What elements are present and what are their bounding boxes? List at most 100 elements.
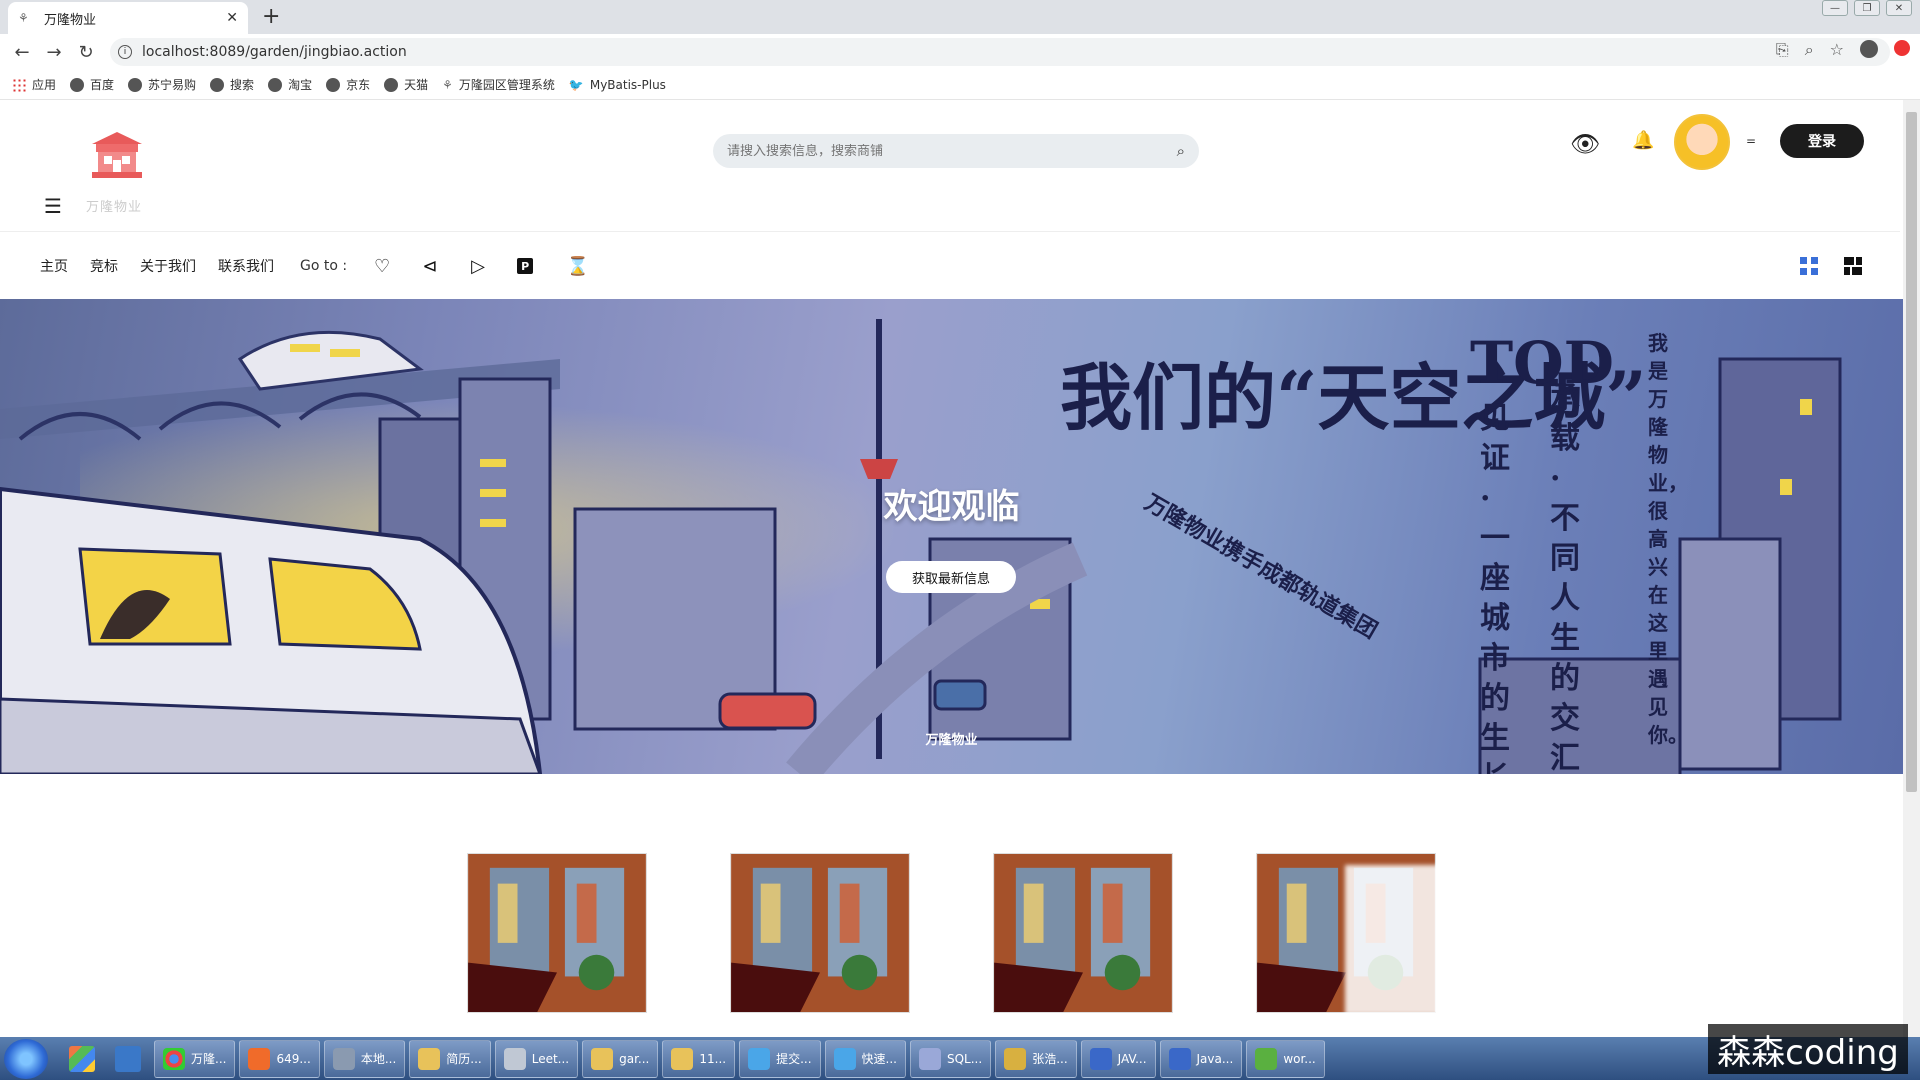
minimize-button[interactable]: — [1822, 0, 1848, 16]
zoom-icon[interactable]: ⌕ [1805, 40, 1814, 60]
eye-icon[interactable]: 👁 [1570, 130, 1600, 158]
storefront-image [994, 854, 1172, 1012]
storefront-image [468, 854, 646, 1012]
taskbar-item[interactable]: 简历... [409, 1039, 491, 1078]
start-button[interactable] [4, 1038, 48, 1079]
get-latest-info-button[interactable]: 获取最新信息 [886, 561, 1016, 593]
product-card[interactable] [467, 853, 647, 1013]
hero-art-column: 我是万隆物业，很高兴在这里遇见你。 [1648, 331, 1688, 747]
goto-label: Go to : [300, 258, 348, 274]
hero-art-column: 见证·一座城市的生长 [1480, 401, 1510, 774]
taskbar-item[interactable]: Leet... [494, 1039, 579, 1078]
windows-taskbar: 万隆... 649... 本地... 简历... Leet... gar... … [0, 1037, 1920, 1080]
star-icon[interactable]: ☆ [1830, 40, 1844, 60]
logo-house-icon[interactable] [88, 130, 146, 180]
globe-icon [268, 77, 283, 92]
bookmark-item[interactable]: 天猫 [384, 76, 428, 93]
taskbar-item[interactable]: 提交... [739, 1039, 821, 1078]
profile-icon[interactable] [1860, 40, 1878, 58]
word-icon [1168, 1047, 1191, 1070]
grid-view-icon[interactable] [1800, 257, 1818, 275]
back-circle-icon[interactable]: ⊲ [415, 256, 445, 277]
taskbar-item[interactable]: 快速... [824, 1039, 906, 1078]
storefront-image [731, 854, 909, 1012]
taskbar-item[interactable]: JAV... [1080, 1039, 1156, 1078]
avatar[interactable] [1674, 114, 1730, 170]
close-tab-icon[interactable]: ✕ [226, 10, 238, 26]
bookmark-item[interactable]: ⚘ 万隆园区管理系统 [442, 76, 555, 93]
translate-icon[interactable]: ⎘ [1776, 40, 1789, 60]
nav-contact[interactable]: 联系我们 [218, 256, 274, 276]
extension-icon[interactable] [1894, 40, 1910, 56]
folder-icon [418, 1047, 441, 1070]
heart-icon[interactable]: ♡ [367, 256, 397, 277]
globe-icon [384, 77, 399, 92]
info-icon[interactable]: i [118, 45, 132, 59]
taskbar-pinned[interactable] [62, 1040, 102, 1078]
bell-icon[interactable]: 🔔 [1632, 130, 1654, 151]
bookmark-item[interactable]: 淘宝 [268, 76, 312, 93]
nav-home[interactable]: 主页 [40, 256, 68, 276]
taskbar-item[interactable]: SQL... [909, 1039, 992, 1078]
globe-icon [70, 77, 85, 92]
browser-tab[interactable]: ⚘ 万隆物业 ✕ [8, 2, 248, 34]
logo-text: 万隆物业 [86, 200, 143, 215]
product-card[interactable] [730, 853, 910, 1013]
sql-icon [918, 1047, 941, 1070]
play-circle-icon[interactable]: ▷ [463, 256, 493, 277]
bookmark-item[interactable]: 苏宁易购 [128, 76, 196, 93]
hero-caption: 万隆物业 [925, 733, 978, 748]
nav-about[interactable]: 关于我们 [140, 256, 196, 276]
product-card[interactable] [993, 853, 1173, 1013]
taskbar-item[interactable]: 张浩... [995, 1039, 1077, 1078]
taskbar-item[interactable]: gar... [582, 1039, 659, 1078]
nav-bidding[interactable]: 竞标 [90, 256, 118, 276]
search-bar: ⌕ [713, 134, 1199, 168]
search-icon[interactable]: ⌕ [1177, 142, 1185, 160]
blurred-region [1345, 865, 1565, 1015]
scroll-thumb[interactable] [1906, 112, 1917, 792]
globe-icon [128, 77, 143, 92]
taskbar-item[interactable]: Java... [1159, 1039, 1243, 1078]
apps-icon [12, 77, 26, 92]
bookmark-item[interactable]: 京东 [326, 76, 370, 93]
hero-title: 欢迎观临 [883, 487, 1020, 527]
taskbar-item[interactable]: 万隆... [154, 1039, 236, 1078]
menu-icon[interactable]: ☰ [44, 194, 62, 218]
folder-icon [591, 1047, 614, 1070]
hero-art-tod: TOD [1470, 329, 1614, 397]
app-icon [248, 1047, 271, 1070]
back-button[interactable]: ← [6, 42, 38, 63]
chrome-icon [163, 1047, 185, 1070]
folder-icon [671, 1047, 694, 1070]
taskbar-item[interactable]: 649... [239, 1039, 320, 1078]
user-menu-icon[interactable]: = [1746, 134, 1756, 148]
hero-art-column: 承载·不同人生的交汇 [1550, 381, 1580, 774]
reload-button[interactable]: ↻ [70, 42, 102, 63]
mosaic-view-icon[interactable] [1844, 257, 1862, 275]
close-window-button[interactable]: ✕ [1886, 0, 1912, 16]
search-input[interactable] [727, 143, 1177, 159]
watermark: 森森coding [1708, 1024, 1908, 1074]
bookmark-apps[interactable]: 应用 [12, 76, 56, 93]
page-scrollbar[interactable] [1903, 100, 1920, 1037]
url-text: localhost:8089/garden/jingbiao.action [142, 44, 407, 60]
taskbar-item[interactable]: wor... [1246, 1039, 1325, 1078]
url-field[interactable]: i localhost:8089/garden/jingbiao.action [110, 38, 1890, 66]
hourglass-icon[interactable]: ⌛ [563, 256, 593, 277]
restore-button[interactable]: ❐ [1854, 0, 1880, 16]
app-icon [833, 1047, 856, 1070]
taskbar-item[interactable]: 11... [662, 1039, 736, 1078]
parking-icon[interactable]: P [517, 258, 534, 274]
new-tab-button[interactable]: + [262, 4, 280, 29]
site-favicon-icon: ⚘ [18, 11, 29, 25]
forward-button[interactable]: → [38, 42, 70, 63]
bookmark-item[interactable]: 搜索 [210, 76, 254, 93]
login-button[interactable]: 登录 [1780, 124, 1864, 158]
bookmark-item[interactable]: 🐦 MyBatis-Plus [569, 78, 666, 92]
taskbar-pinned[interactable] [108, 1040, 148, 1078]
taskbar-item[interactable]: 本地... [323, 1039, 406, 1078]
bookmark-item[interactable]: 百度 [70, 76, 114, 93]
windows-icon [69, 1045, 95, 1072]
hero-banner: 我们的“天空之城” TOD 见证·一座城市的生长 承载·不同人生的交汇 我是万隆… [0, 299, 1903, 774]
